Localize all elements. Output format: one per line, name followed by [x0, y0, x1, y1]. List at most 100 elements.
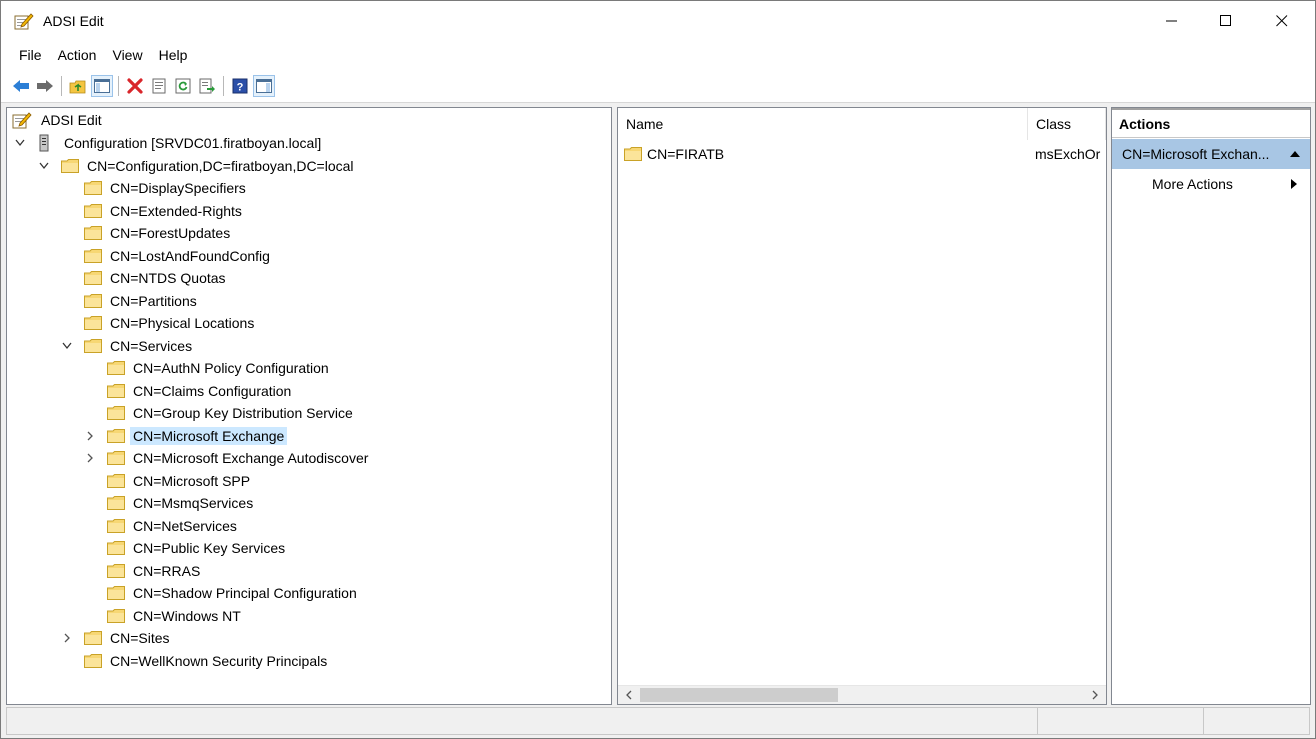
- tree-item-label: CN=RRAS: [133, 562, 201, 579]
- tree-item[interactable]: CN=Shadow Principal Configuration: [83, 582, 360, 604]
- properties-icon: [152, 78, 166, 93]
- actions-section-selected-object[interactable]: CN=Microsoft Exchan...: [1112, 139, 1310, 169]
- tree-item[interactable]: CN=AuthN Policy Configuration: [83, 357, 332, 379]
- tree-item[interactable]: CN=MsmqServices: [83, 492, 256, 514]
- tree-item[interactable]: CN=Public Key Services: [83, 537, 288, 559]
- folder-icon: [107, 383, 125, 398]
- help-icon: ?: [232, 78, 248, 93]
- tree-item-label: CN=Physical Locations: [110, 315, 255, 331]
- tree-item[interactable]: CN=NTDS Quotas: [60, 267, 229, 289]
- tree-item-label: CN=LostAndFoundConfig: [110, 247, 270, 264]
- tree-item[interactable]: CN=Configuration,DC=firatboyan,DC=local: [37, 155, 357, 177]
- folder-icon: [624, 147, 642, 161]
- close-button[interactable]: [1259, 1, 1305, 41]
- collapse-up-icon: [1290, 151, 1300, 157]
- tree-item-label: CN=Sites: [110, 630, 170, 646]
- scroll-left-button[interactable]: [620, 686, 638, 704]
- menu-file[interactable]: File: [11, 47, 50, 63]
- svg-text:?: ?: [237, 81, 244, 93]
- folder-icon: [84, 271, 102, 285]
- tree-item[interactable]: CN=NetServices: [83, 515, 240, 537]
- export-list-button[interactable]: [196, 75, 218, 97]
- actions-pane: Actions CN=Microsoft Exchan... More Acti…: [1111, 107, 1311, 705]
- expander-open-icon[interactable]: [60, 335, 74, 357]
- details-list-pane[interactable]: Name Class CN=FIRATB msExchOr: [617, 107, 1107, 705]
- status-segment: [1037, 708, 1038, 734]
- folder-icon: [107, 428, 125, 443]
- folder-icon: [107, 563, 125, 578]
- menu-bar: File Action View Help: [1, 41, 1315, 69]
- tree-item-label: CN=NTDS Quotas: [110, 270, 226, 286]
- expander-closed-icon[interactable]: [83, 425, 97, 447]
- horizontal-scrollbar[interactable]: [618, 685, 1106, 704]
- tree-item[interactable]: CN=Physical Locations: [60, 312, 257, 334]
- folder-icon: [107, 541, 125, 555]
- tree-item-label: CN=Shadow Principal Configuration: [133, 585, 357, 601]
- folder-icon: [107, 451, 125, 465]
- folder-icon: [107, 496, 125, 510]
- up-one-level-button[interactable]: [67, 75, 89, 97]
- tree-item[interactable]: CN=Microsoft Exchange Autodiscover: [83, 447, 371, 469]
- toolbar-separator: [118, 75, 119, 96]
- folder-icon: [107, 473, 125, 488]
- adsi-edit-window: ADSI Edit File Action View Help ? ADSI E…: [0, 0, 1316, 739]
- tree-item[interactable]: CN=RRAS: [83, 560, 203, 582]
- expander-closed-icon[interactable]: [60, 627, 74, 649]
- tree-item[interactable]: CN=DisplaySpecifiers: [60, 177, 249, 199]
- menu-help[interactable]: Help: [151, 47, 196, 63]
- scrollbar-thumb[interactable]: [640, 688, 838, 702]
- tree-item[interactable]: CN=Services: [60, 335, 195, 357]
- adsi-edit-icon: [12, 112, 32, 129]
- delete-button[interactable]: [124, 75, 146, 97]
- tree-item-label: CN=Microsoft SPP: [133, 472, 251, 489]
- column-header-name[interactable]: Name: [618, 108, 1028, 140]
- back-button[interactable]: [10, 75, 32, 97]
- tree-item-label: CN=Claims Configuration: [133, 382, 292, 399]
- refresh-button[interactable]: [172, 75, 194, 97]
- menu-view[interactable]: View: [104, 47, 150, 63]
- maximize-button[interactable]: [1203, 1, 1249, 41]
- tree-item-label: CN=WellKnown Security Principals: [110, 652, 328, 669]
- more-actions-item[interactable]: More Actions: [1112, 169, 1310, 199]
- tree-item[interactable]: CN=ForestUpdates: [60, 222, 233, 244]
- back-arrow-icon: [13, 79, 29, 92]
- adsi-edit-icon: [14, 13, 34, 30]
- column-header-class[interactable]: Class: [1028, 108, 1106, 140]
- console-tree-pane[interactable]: ADSI Edit Configuration [SRVDC01.firatbo…: [6, 107, 612, 705]
- folder-icon: [107, 406, 125, 420]
- folder-icon: [84, 293, 102, 308]
- show-hide-tree-icon: [94, 78, 110, 93]
- forward-button[interactable]: [34, 75, 56, 97]
- show-hide-action-pane-button[interactable]: [253, 74, 275, 97]
- tree-item[interactable]: CN=Extended-Rights: [60, 200, 245, 222]
- tree-item-label: CN=Microsoft Exchange Autodiscover: [133, 450, 369, 466]
- tree-item[interactable]: CN=Microsoft SPP: [83, 470, 253, 492]
- tree-item[interactable]: CN=Claims Configuration: [83, 380, 294, 402]
- tree-item[interactable]: CN=Sites: [60, 627, 173, 649]
- tree-item[interactable]: CN=Microsoft Exchange: [83, 425, 288, 447]
- tree-item[interactable]: Configuration [SRVDC01.firatboyan.local]: [13, 132, 324, 154]
- expander-open-icon[interactable]: [13, 132, 27, 154]
- tree-item[interactable]: CN=WellKnown Security Principals: [60, 650, 330, 672]
- chevron-right-icon: [1092, 690, 1098, 700]
- tree-item[interactable]: CN=Partitions: [60, 290, 200, 312]
- minimize-button[interactable]: [1149, 1, 1195, 41]
- help-button[interactable]: ?: [229, 75, 251, 97]
- show-hide-tree-button[interactable]: [91, 74, 113, 97]
- minimize-icon: [1166, 20, 1177, 22]
- tree-item-label: CN=Services: [110, 337, 193, 354]
- tree-root[interactable]: ADSI Edit: [12, 109, 105, 131]
- tree-item-label: CN=DisplaySpecifiers: [110, 180, 246, 196]
- tree-item[interactable]: CN=LostAndFoundConfig: [60, 245, 273, 267]
- delete-icon: [127, 77, 143, 94]
- tree-item[interactable]: CN=Group Key Distribution Service: [83, 402, 356, 424]
- scroll-right-button[interactable]: [1086, 686, 1104, 704]
- folder-icon: [107, 361, 125, 375]
- actions-header: Actions: [1112, 108, 1310, 138]
- list-item[interactable]: CN=FIRATB msExchOr: [618, 142, 1106, 164]
- tree-item[interactable]: CN=Windows NT: [83, 605, 244, 627]
- expander-open-icon[interactable]: [37, 155, 51, 177]
- expander-closed-icon[interactable]: [83, 447, 97, 469]
- menu-action[interactable]: Action: [50, 47, 105, 63]
- properties-button[interactable]: [148, 75, 170, 97]
